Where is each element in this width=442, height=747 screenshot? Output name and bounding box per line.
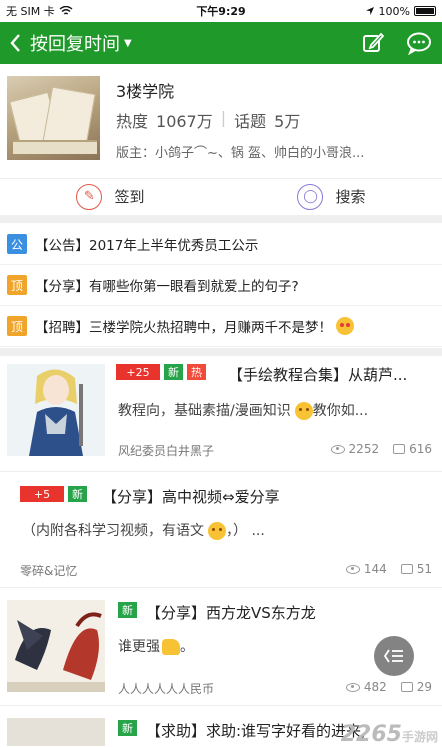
chevron-left-icon — [10, 34, 20, 52]
section-divider — [0, 215, 442, 223]
battery-percent: 100% — [378, 4, 410, 18]
post-thumbnail — [7, 600, 105, 692]
section-divider — [0, 348, 442, 356]
battery-icon — [414, 6, 436, 16]
post-author[interactable]: 人人人人人人民币 — [118, 680, 214, 697]
comment-icon — [393, 444, 406, 454]
comment-icon — [400, 682, 413, 692]
announcement-tag: 公 — [7, 234, 27, 254]
post-item[interactable]: +5 新 【分享】高中视频⇔爱分享 （内附各科学习视频，有语文，） ... 零碎… — [0, 472, 442, 588]
sort-dropdown[interactable]: 按回复时间 ▼ — [30, 30, 132, 56]
checkin-button[interactable]: ✎ 签到 — [0, 179, 221, 214]
view-count: 482 — [345, 680, 387, 694]
post-author[interactable]: 风纪委员白井黑子 — [118, 442, 214, 459]
reply-count: 29 — [400, 680, 432, 694]
wifi-icon — [59, 6, 73, 15]
status-bar: 无 SIM 卡 下午9:29 100% — [0, 0, 442, 22]
heat-label: 热度 — [116, 112, 149, 131]
nav-bar: 按回复时间 ▼ — [0, 22, 442, 64]
forum-header: 3楼学院 热度 1067万 | 话题 5万 版主：小鸽子⌒~、锅 盔、帅白的小哥… — [0, 64, 442, 174]
menu-collapse-icon — [384, 649, 403, 663]
post-excerpt: 教程向，基础素描/漫画知识 教你如... — [118, 402, 369, 420]
post-item[interactable]: +25 新 热 【手绘教程合集】从葫芦... 教程向，基础素描/漫画知识 教你如.… — [0, 356, 442, 472]
moderators-line[interactable]: 版主：小鸽子⌒~、锅 盔、帅白的小哥浪... — [116, 142, 438, 161]
post-thumbnail — [7, 364, 105, 456]
notice-item[interactable]: 顶 【招聘】三楼学院火热招聘中，月赚两千不是梦！ — [0, 306, 442, 347]
post-excerpt: 谁更强。 — [118, 639, 194, 655]
new-badge: 新 — [68, 486, 87, 502]
checkin-label: 签到 — [114, 188, 145, 206]
tongue-emoji-icon — [208, 522, 226, 540]
stat-divider: | — [220, 108, 227, 127]
forum-name: 3楼学院 — [116, 82, 175, 101]
post-excerpt: （内附各科学习视频，有语文，） ... — [22, 522, 265, 540]
eye-icon — [345, 564, 360, 574]
eye-icon — [330, 444, 345, 454]
search-button[interactable]: ◯ 搜索 — [221, 179, 442, 214]
floating-menu-button[interactable] — [374, 636, 414, 676]
caret-down-icon: ▼ — [124, 37, 132, 49]
new-badge: 新 — [164, 364, 183, 380]
post-title: 【分享】西方龙VS东方龙 — [146, 604, 316, 622]
forum-stats: 热度 1067万 | 话题 5万 — [116, 108, 300, 132]
search-label: 搜索 — [335, 188, 366, 206]
notice-item[interactable]: 顶 【分享】有哪些你第一眼看到就爱上的句子? — [0, 265, 442, 306]
new-badge: 新 — [118, 602, 137, 618]
view-count: 2252 — [330, 442, 379, 456]
search-icon: ◯ — [297, 183, 324, 210]
new-badge: 新 — [118, 720, 137, 736]
compose-button[interactable] — [350, 22, 396, 64]
smile-emoji-icon — [294, 402, 313, 420]
edit-icon — [363, 32, 385, 52]
hot-badge: 热 — [187, 364, 206, 380]
eye-icon — [345, 682, 360, 692]
post-title: 【分享】高中视频⇔爱分享 — [102, 488, 280, 506]
chat-icon — [407, 32, 431, 55]
heart-eyes-emoji-icon — [336, 317, 354, 335]
carrier-text: 无 SIM 卡 — [6, 5, 55, 18]
topics-label: 话题 — [234, 112, 267, 131]
level-badge: +5 — [20, 486, 64, 502]
post-author[interactable]: 零碎&记忆 — [20, 562, 77, 579]
notice-text: 【招聘】三楼学院火热招聘中，月赚两千不是梦！ — [35, 320, 332, 336]
notice-text: 【公告】2017年上半年优秀员工公示 — [35, 238, 259, 254]
post-thumbnail — [7, 718, 105, 746]
post-title: 【手绘教程合集】从葫芦... — [228, 366, 408, 384]
checkin-icon: ✎ — [76, 183, 103, 210]
comment-icon — [400, 564, 413, 574]
location-icon — [365, 7, 374, 15]
messages-button[interactable] — [396, 22, 442, 64]
forum-cover-image — [7, 76, 100, 160]
view-count: 144 — [345, 562, 387, 576]
watermark-logo: 2265手游网 — [340, 722, 438, 747]
topics-value: 5万 — [274, 112, 301, 131]
reply-count: 51 — [400, 562, 432, 576]
forum-actions: ✎ 签到 ◯ 搜索 — [0, 178, 442, 214]
notice-list: 公 【公告】2017年上半年优秀员工公示 顶 【分享】有哪些你第一眼看到就爱上的… — [0, 224, 442, 347]
notice-text: 【分享】有哪些你第一眼看到就爱上的句子? — [35, 279, 299, 295]
thumbs-up-emoji-icon — [162, 639, 180, 655]
reply-count: 616 — [393, 442, 432, 456]
back-button[interactable] — [0, 22, 30, 64]
sort-label: 按回复时间 — [30, 34, 120, 55]
heat-value: 1067万 — [156, 112, 213, 131]
notice-item[interactable]: 公 【公告】2017年上半年优秀员工公示 — [0, 224, 442, 265]
pinned-tag: 顶 — [7, 316, 27, 336]
level-badge: +25 — [116, 364, 160, 380]
pinned-tag: 顶 — [7, 275, 27, 295]
